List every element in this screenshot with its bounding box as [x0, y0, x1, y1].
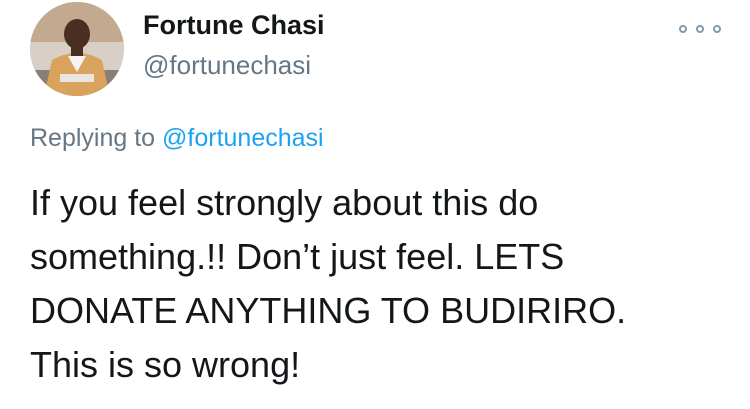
dot-icon — [696, 25, 704, 33]
author-display-name[interactable]: Fortune Chasi — [143, 10, 325, 41]
author-handle[interactable]: @fortunechasi — [143, 50, 311, 81]
dot-icon — [713, 25, 721, 33]
tweet-text-line: If you feel strongly about this do — [30, 182, 539, 223]
dot-icon — [679, 25, 687, 33]
replying-to-mention-link[interactable]: @fortunechasi — [162, 124, 324, 152]
replying-to-label: Replying to — [30, 124, 156, 152]
avatar[interactable] — [30, 2, 124, 96]
tweet-text-line: This is so wrong! — [30, 344, 301, 385]
avatar-photo-icon — [30, 2, 124, 96]
replying-to-line: Replying to @fortunechasi — [30, 124, 324, 153]
tweet-text-line: DONATE ANYTHING TO BUDIRIRO. — [30, 290, 627, 331]
tweet-card: Fortune Chasi @fortunechasi Replying to … — [0, 0, 750, 409]
more-options-icon[interactable] — [679, 18, 721, 40]
tweet-text: If you feel strongly about this do somet… — [30, 176, 735, 392]
tweet-text-line: something.!! Don’t just feel. LETS — [30, 236, 565, 277]
